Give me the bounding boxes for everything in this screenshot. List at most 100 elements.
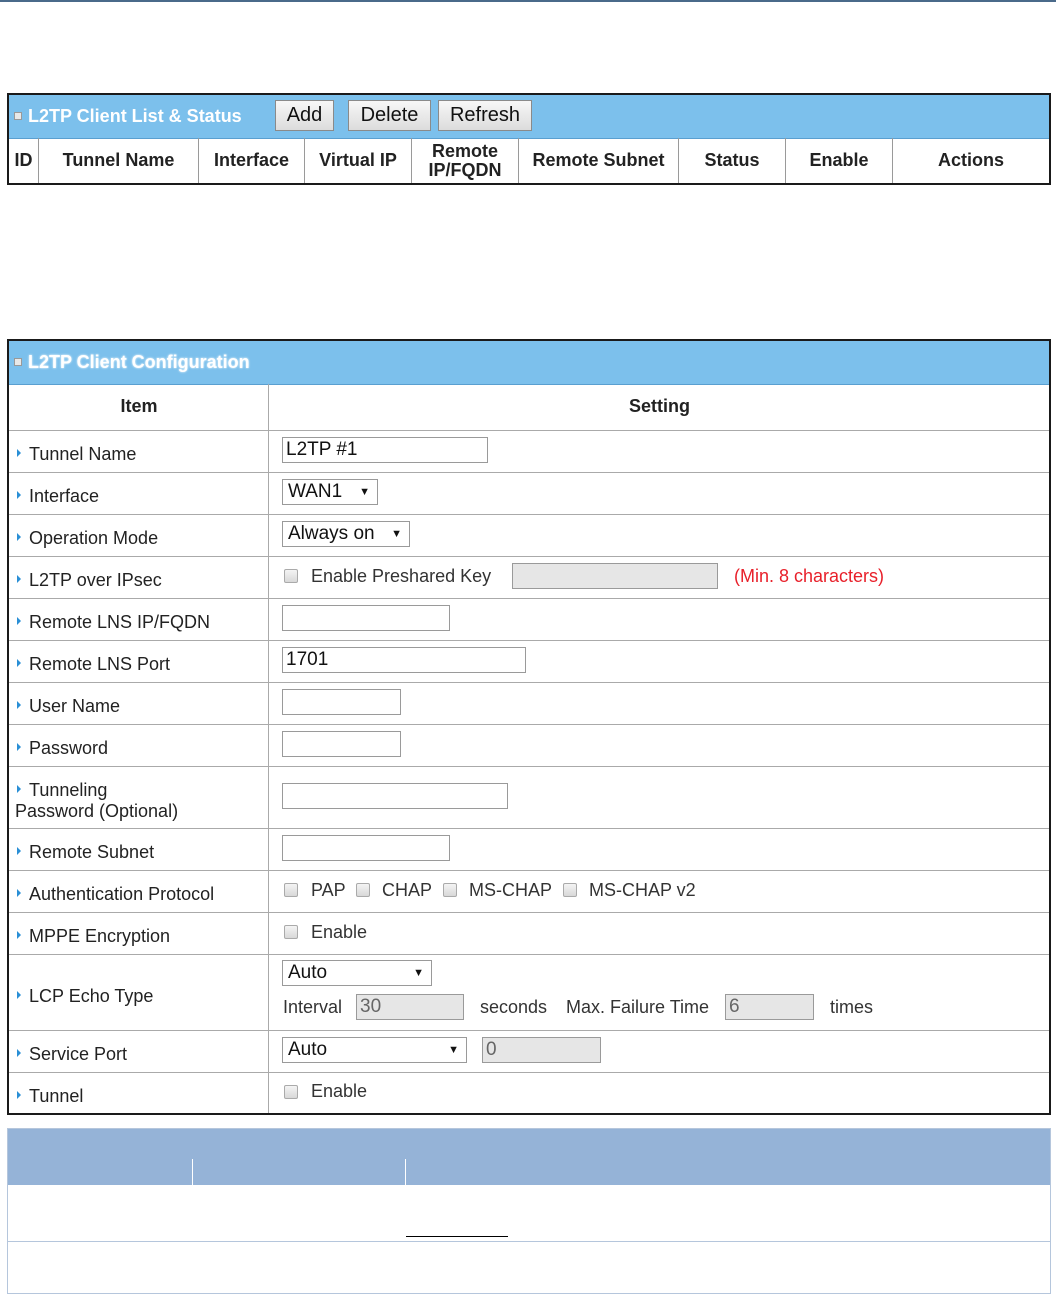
document-table-header bbox=[8, 1129, 1050, 1185]
row-label-cell: Tunnel Name bbox=[9, 431, 269, 472]
dropdown-caret-icon: ▼ bbox=[448, 1044, 459, 1056]
document-table-row bbox=[8, 1185, 1050, 1242]
row-label-cell: Tunnel bbox=[9, 1073, 269, 1113]
collapse-icon[interactable] bbox=[14, 112, 22, 120]
tunneling-password-label-line1: Tunneling bbox=[29, 780, 108, 800]
row-label: Service Port bbox=[17, 1044, 127, 1065]
remote-subnet-label: Remote Subnet bbox=[29, 842, 155, 862]
row-setting-cell bbox=[270, 683, 1049, 724]
seconds-label: seconds bbox=[480, 997, 548, 1017]
row-label: LCP Echo Type bbox=[17, 986, 153, 1007]
col-interface: Interface bbox=[199, 138, 305, 183]
refresh-button[interactable]: Refresh bbox=[438, 100, 532, 131]
setting-header: Setting bbox=[629, 396, 690, 416]
row-label-cell: L2TP over IPsec bbox=[9, 557, 269, 598]
preshared-key-checkbox[interactable] bbox=[284, 569, 298, 583]
l2tp-ipsec-label: L2TP over IPsec bbox=[29, 570, 162, 590]
user-name-input[interactable] bbox=[282, 689, 401, 715]
password-label: Password bbox=[29, 738, 109, 758]
row-setting-cell bbox=[270, 599, 1049, 640]
service-port-number-input[interactable] bbox=[482, 1037, 601, 1063]
remote-subnet-input[interactable] bbox=[282, 835, 450, 861]
remote-lns-label: Remote LNS IP/FQDN bbox=[29, 612, 211, 632]
tunnel-name-input[interactable] bbox=[282, 437, 488, 463]
lcp-echo-value: Auto bbox=[288, 962, 328, 983]
arrow-icon bbox=[17, 1049, 21, 1058]
row-label-cell: Service Port bbox=[9, 1031, 269, 1072]
max-failure-input[interactable] bbox=[725, 994, 814, 1020]
row-label-cell: MPPE Encryption bbox=[9, 913, 269, 954]
tunneling-password-input[interactable] bbox=[282, 783, 508, 809]
row-password: Password bbox=[9, 725, 1049, 767]
row-label-cell: User Name bbox=[9, 683, 269, 724]
row-tunnel: Tunnel Enable bbox=[9, 1073, 1049, 1113]
tunnel-enable-checkbox[interactable] bbox=[284, 1085, 298, 1099]
arrow-icon bbox=[17, 931, 21, 940]
arrow-icon bbox=[17, 533, 21, 542]
config-title: L2TP Client Configuration bbox=[28, 352, 250, 372]
row-user-name: User Name bbox=[9, 683, 1049, 725]
arrow-icon bbox=[17, 701, 21, 710]
lcp-echo-select[interactable]: Auto ▼ bbox=[282, 960, 432, 986]
pap-label: PAP bbox=[311, 880, 346, 900]
row-mppe-encryption: MPPE Encryption Enable bbox=[9, 913, 1049, 955]
row-label-cell: Remote LNS IP/FQDN bbox=[9, 599, 269, 640]
row-label: Operation Mode bbox=[17, 528, 158, 549]
row-setting-cell: WAN1 ▼ bbox=[270, 473, 1049, 514]
row-setting-cell bbox=[270, 725, 1049, 766]
interface-select[interactable]: WAN1 ▼ bbox=[282, 479, 378, 505]
arrow-icon bbox=[17, 743, 21, 752]
row-label: Remote Subnet bbox=[17, 842, 154, 863]
user-name-label: User Name bbox=[29, 696, 121, 716]
preshared-key-hint: (Min. 8 characters) bbox=[734, 566, 885, 586]
chap-checkbox[interactable] bbox=[356, 883, 370, 897]
setting-header-cell: Setting bbox=[270, 384, 1049, 430]
ms-chap-checkbox[interactable] bbox=[443, 883, 457, 897]
row-setting-cell: Auto ▼ Interval seconds Max. Failure Time… bbox=[270, 955, 1049, 1030]
tunnel-name-label: Tunnel Name bbox=[29, 444, 137, 464]
arrow-icon bbox=[17, 847, 21, 856]
operation-mode-select[interactable]: Always on ▼ bbox=[282, 521, 410, 547]
row-label-cell: Authentication Protocol bbox=[9, 871, 269, 912]
remote-lns-input[interactable] bbox=[282, 605, 450, 631]
row-label: Remote LNS IP/FQDN bbox=[17, 612, 210, 633]
add-button[interactable]: Add bbox=[275, 100, 334, 131]
row-setting-cell: Auto ▼ bbox=[270, 1031, 1049, 1072]
preshared-key-input[interactable] bbox=[512, 563, 718, 589]
dropdown-caret-icon: ▼ bbox=[413, 967, 424, 979]
ms-chap-v2-label: MS-CHAP v2 bbox=[589, 880, 696, 900]
password-input[interactable] bbox=[282, 731, 401, 757]
pap-checkbox[interactable] bbox=[284, 883, 298, 897]
row-label-cell: LCP Echo Type bbox=[9, 955, 269, 1030]
config-column-header: Item Setting bbox=[9, 384, 1049, 431]
mppe-checkbox[interactable] bbox=[284, 925, 298, 939]
interval-input[interactable] bbox=[356, 994, 464, 1020]
ms-chap-v2-checkbox[interactable] bbox=[563, 883, 577, 897]
item-header-cell: Item bbox=[9, 384, 269, 430]
collapse-icon[interactable] bbox=[14, 358, 22, 366]
arrow-icon bbox=[17, 659, 21, 668]
mppe-enable-label: Enable bbox=[311, 922, 368, 942]
col-actions: Actions bbox=[937, 150, 1004, 170]
client-list-columns: ID Tunnel Name Interface Virtual IP Remo… bbox=[9, 138, 1049, 183]
underline-mark bbox=[406, 1236, 508, 1237]
row-operation-mode: Operation Mode Always on ▼ bbox=[9, 515, 1049, 557]
col-status: Status bbox=[679, 138, 786, 183]
row-label: User Name bbox=[17, 696, 120, 717]
row-interface: Interface WAN1 ▼ bbox=[9, 473, 1049, 515]
l2tp-client-config-panel: L2TP Client Configuration Item Setting T… bbox=[7, 339, 1051, 1115]
remote-port-input[interactable] bbox=[282, 647, 526, 673]
service-port-select[interactable]: Auto ▼ bbox=[282, 1037, 467, 1063]
times-label: times bbox=[830, 997, 874, 1017]
arrow-icon bbox=[17, 617, 21, 626]
client-list-header: L2TP Client List & Status Add Delete Ref… bbox=[9, 95, 1049, 139]
row-label: Remote LNS Port bbox=[17, 654, 170, 675]
row-remote-subnet: Remote Subnet bbox=[9, 829, 1049, 871]
col-tunnel-name: Tunnel Name bbox=[39, 138, 199, 183]
row-label: L2TP over IPsec bbox=[17, 570, 162, 591]
arrow-icon bbox=[17, 991, 21, 1000]
delete-button[interactable]: Delete bbox=[348, 100, 431, 131]
top-divider bbox=[0, 0, 1056, 2]
arrow-icon bbox=[17, 889, 21, 898]
row-label-cell: Password bbox=[9, 725, 269, 766]
